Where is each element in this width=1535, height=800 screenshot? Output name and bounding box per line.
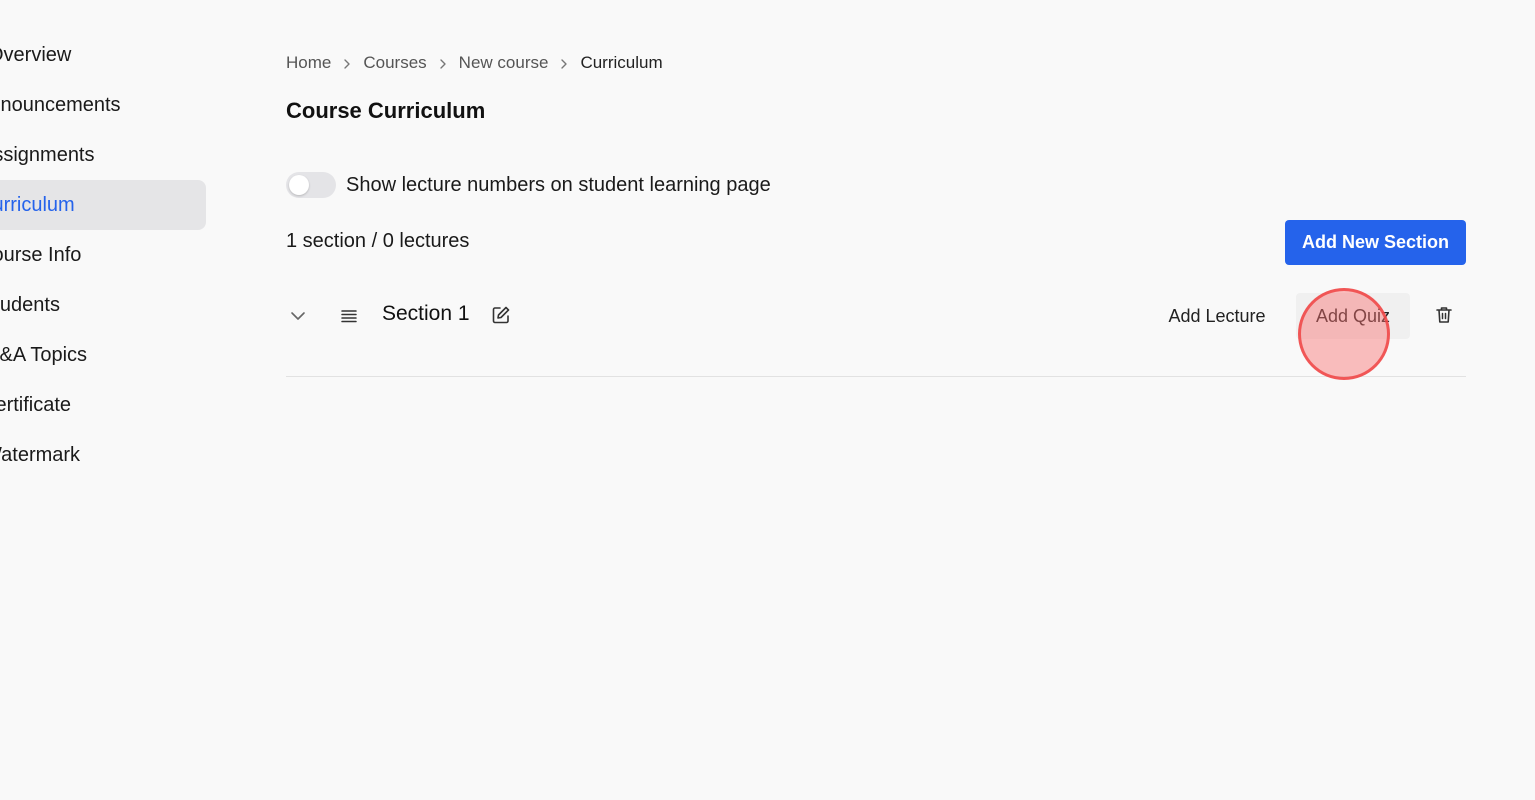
drag-handle-icon[interactable]	[339, 306, 359, 326]
chevron-right-icon	[548, 53, 580, 73]
sidebar-item-course-info[interactable]: Course Info	[0, 230, 206, 280]
breadcrumb-new-course[interactable]: New course	[459, 53, 549, 73]
toggle-label: Show lecture numbers on student learning…	[346, 173, 771, 196]
sidebar-item-assignments[interactable]: Assignments	[0, 130, 206, 180]
sidebar-item-label: Students	[0, 294, 60, 316]
add-lecture-button[interactable]: Add Lecture	[1152, 293, 1282, 339]
chevron-right-icon	[427, 53, 459, 73]
sidebar-item-label: Curriculum	[0, 194, 75, 216]
sidebar-item-label: Assignments	[0, 144, 95, 166]
add-quiz-button[interactable]: Add Quiz	[1296, 293, 1410, 339]
edit-icon[interactable]	[491, 305, 511, 325]
lecture-numbers-toggle[interactable]	[286, 172, 336, 198]
sidebar-item-label: Announcements	[0, 94, 121, 116]
breadcrumb: Home Courses New course Curriculum	[286, 50, 663, 76]
section-title: Section 1	[382, 302, 470, 325]
toggle-knob	[289, 175, 309, 195]
trash-icon[interactable]	[1434, 305, 1454, 325]
section-row: Section 1 Add Lecture Add Quiz	[286, 290, 1466, 377]
page-title: Course Curriculum	[286, 98, 486, 123]
breadcrumb-home[interactable]: Home	[286, 53, 331, 73]
sidebar-item-watermark[interactable]: Watermark	[0, 430, 206, 480]
sidebar-item-label: Certificate	[0, 394, 72, 416]
curriculum-page: Overview Announcements Assignments Curri…	[0, 0, 1535, 800]
sidebar-item-students[interactable]: Students	[0, 280, 206, 330]
lecture-numbers-toggle-row: Show lecture numbers on student learning…	[286, 172, 771, 198]
chevron-right-icon	[331, 53, 363, 73]
sidebar-item-label: Watermark	[0, 444, 81, 466]
breadcrumb-current: Curriculum	[580, 53, 663, 72]
sidebar-item-label: Overview	[0, 44, 72, 66]
sidebar-item-announcements[interactable]: Announcements	[0, 80, 206, 130]
sidebar-item-certificate[interactable]: Certificate	[0, 380, 206, 430]
add-new-section-button[interactable]: Add New Section	[1285, 220, 1466, 265]
section-lecture-count: 1 section / 0 lectures	[286, 230, 470, 252]
sidebar-item-label: Q&A Topics	[0, 344, 88, 366]
breadcrumb-courses[interactable]: Courses	[363, 53, 426, 73]
sidebar-item-curriculum[interactable]: Curriculum	[0, 180, 206, 230]
sidebar-item-overview[interactable]: Overview	[0, 30, 206, 80]
sidebar-item-qa-topics[interactable]: Q&A Topics	[0, 330, 206, 380]
chevron-down-icon[interactable]	[288, 306, 308, 326]
sidebar-item-label: Course Info	[0, 244, 82, 266]
